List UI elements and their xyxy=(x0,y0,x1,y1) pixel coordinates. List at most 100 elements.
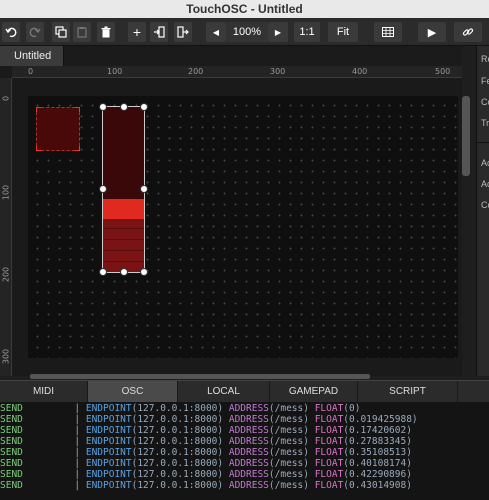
ruler-label: 100 xyxy=(1,184,11,201)
resize-handle-top[interactable] xyxy=(120,103,128,111)
tab-osc[interactable]: OSC xyxy=(88,381,178,403)
log-address: ADDRESS xyxy=(228,403,269,414)
tab-untitled[interactable]: Untitled xyxy=(0,46,64,66)
log-row: SEND | ENDPOINT(127.0.0.1:8000) ADDRESS(… xyxy=(0,403,360,414)
log-row: SEND | ENDPOINT(127.0.0.1:8000) ADDRESS(… xyxy=(0,469,412,480)
log-type: FLOAT xyxy=(314,469,344,480)
tab-midi[interactable]: MIDI xyxy=(0,381,88,403)
log-direction: SEND xyxy=(0,469,23,480)
triangle-right-icon: ▶ xyxy=(274,27,282,37)
fader-segment-line xyxy=(103,261,144,262)
zoom-out-button[interactable]: ◀ xyxy=(206,22,226,42)
zoom-level[interactable]: 100% xyxy=(226,22,268,42)
link-icon xyxy=(462,28,474,36)
log-address: ADDRESS xyxy=(228,480,269,491)
delete-button[interactable] xyxy=(97,22,115,42)
log-endpoint-value: (127.0.0.1:8000) xyxy=(131,447,224,458)
resize-handle-bottom[interactable] xyxy=(120,268,128,276)
log-row: SEND | ENDPOINT(127.0.0.1:8000) ADDRESS(… xyxy=(0,414,418,425)
properties-panel: Re Fe Co Tr Ac Ac Co xyxy=(476,46,489,376)
grid-button[interactable] xyxy=(374,22,402,42)
log-address-value: (/mess) xyxy=(268,414,309,425)
zoom-1-1-button[interactable]: 1:1 xyxy=(294,22,320,42)
log-row: SEND | ENDPOINT(127.0.0.1:8000) ADDRESS(… xyxy=(0,436,412,447)
fader-segment-line xyxy=(103,228,144,229)
vertical-scrollbar[interactable] xyxy=(462,96,470,176)
resize-handle-top-right[interactable] xyxy=(140,103,148,111)
redo-button[interactable] xyxy=(26,22,44,42)
ruler-label: 0 xyxy=(1,95,11,102)
fit-button[interactable]: Fit xyxy=(328,22,358,42)
bottom-tabs: MIDI OSC LOCAL GAMEPAD SCRIPT xyxy=(0,380,489,403)
log-address: ADDRESS xyxy=(228,469,269,480)
enter-icon xyxy=(154,26,165,38)
corner-marker xyxy=(75,146,80,151)
log-address: ADDRESS xyxy=(228,458,269,469)
ruler-label: 0 xyxy=(28,67,34,76)
layout-canvas[interactable] xyxy=(28,96,458,358)
log-type: FLOAT xyxy=(314,403,344,414)
vertical-ruler: 0 100 200 300 xyxy=(0,78,12,376)
log-separator: | xyxy=(74,403,81,414)
paste-button[interactable] xyxy=(73,22,91,42)
connections-button[interactable] xyxy=(454,22,482,42)
ruler-label: 300 xyxy=(270,67,286,76)
add-button[interactable]: + xyxy=(128,22,146,42)
ruler-label: 100 xyxy=(107,67,123,76)
log-row: SEND | ENDPOINT(127.0.0.1:8000) ADDRESS(… xyxy=(0,425,412,436)
panel-label[interactable]: Ac xyxy=(481,158,489,168)
zoom-in-button[interactable]: ▶ xyxy=(268,22,288,42)
log-direction: SEND xyxy=(0,403,23,414)
log-endpoint-value: (127.0.0.1:8000) xyxy=(131,480,224,491)
resize-handle-top-left[interactable] xyxy=(99,103,107,111)
tab-gamepad[interactable]: GAMEPAD xyxy=(270,381,358,403)
log-endpoint: ENDPOINT xyxy=(85,425,132,436)
log-value: (0.43014908) xyxy=(343,480,412,491)
triangle-left-icon: ◀ xyxy=(212,27,220,37)
log-direction: SEND xyxy=(0,425,23,436)
log-address-value: (/mess) xyxy=(268,436,309,447)
panel-label[interactable]: Ac xyxy=(481,179,489,189)
log-direction: SEND xyxy=(0,447,23,458)
log-separator: | xyxy=(74,436,81,447)
log-endpoint: ENDPOINT xyxy=(85,403,132,414)
log-value: (0.40108174) xyxy=(343,458,412,469)
panel-label[interactable]: Co xyxy=(481,200,489,210)
document-tabs: Untitled xyxy=(0,46,462,66)
resize-handle-bottom-right[interactable] xyxy=(140,268,148,276)
panel-label[interactable]: Re xyxy=(481,54,489,64)
log-separator: | xyxy=(74,458,81,469)
grid-icon xyxy=(382,27,394,37)
copy-button[interactable] xyxy=(52,22,70,42)
enter-group-button[interactable] xyxy=(150,22,168,42)
log-separator: | xyxy=(74,469,81,480)
log-type: FLOAT xyxy=(314,480,344,491)
play-button[interactable]: ▶ xyxy=(418,22,446,42)
button-control[interactable] xyxy=(36,107,80,151)
panel-label[interactable]: Co xyxy=(481,97,489,107)
fader-handle[interactable] xyxy=(103,199,144,219)
osc-log[interactable]: SEND | ENDPOINT(127.0.0.1:8000) ADDRESS(… xyxy=(0,402,489,500)
panel-label[interactable]: Fe xyxy=(481,76,489,86)
exit-group-button[interactable] xyxy=(174,22,192,42)
log-endpoint-value: (127.0.0.1:8000) xyxy=(131,414,224,425)
fader-control[interactable] xyxy=(102,106,145,273)
resize-handle-bottom-left[interactable] xyxy=(99,268,107,276)
log-address: ADDRESS xyxy=(228,414,269,425)
fader-segment-line xyxy=(103,250,144,251)
log-direction: SEND xyxy=(0,458,23,469)
log-address: ADDRESS xyxy=(228,436,269,447)
horizontal-scrollbar[interactable] xyxy=(30,374,370,379)
resize-handle-right[interactable] xyxy=(140,185,148,193)
undo-button[interactable] xyxy=(2,22,20,42)
resize-handle-left[interactable] xyxy=(99,185,107,193)
log-type: FLOAT xyxy=(314,458,344,469)
panel-label[interactable]: Tr xyxy=(481,118,489,128)
log-separator: | xyxy=(74,447,81,458)
tab-local[interactable]: LOCAL xyxy=(178,381,270,403)
log-address-value: (/mess) xyxy=(268,403,309,414)
tab-script[interactable]: SCRIPT xyxy=(358,381,458,403)
log-separator: | xyxy=(74,480,81,491)
ruler-label: 300 xyxy=(1,348,11,365)
plus-icon: + xyxy=(132,24,142,40)
